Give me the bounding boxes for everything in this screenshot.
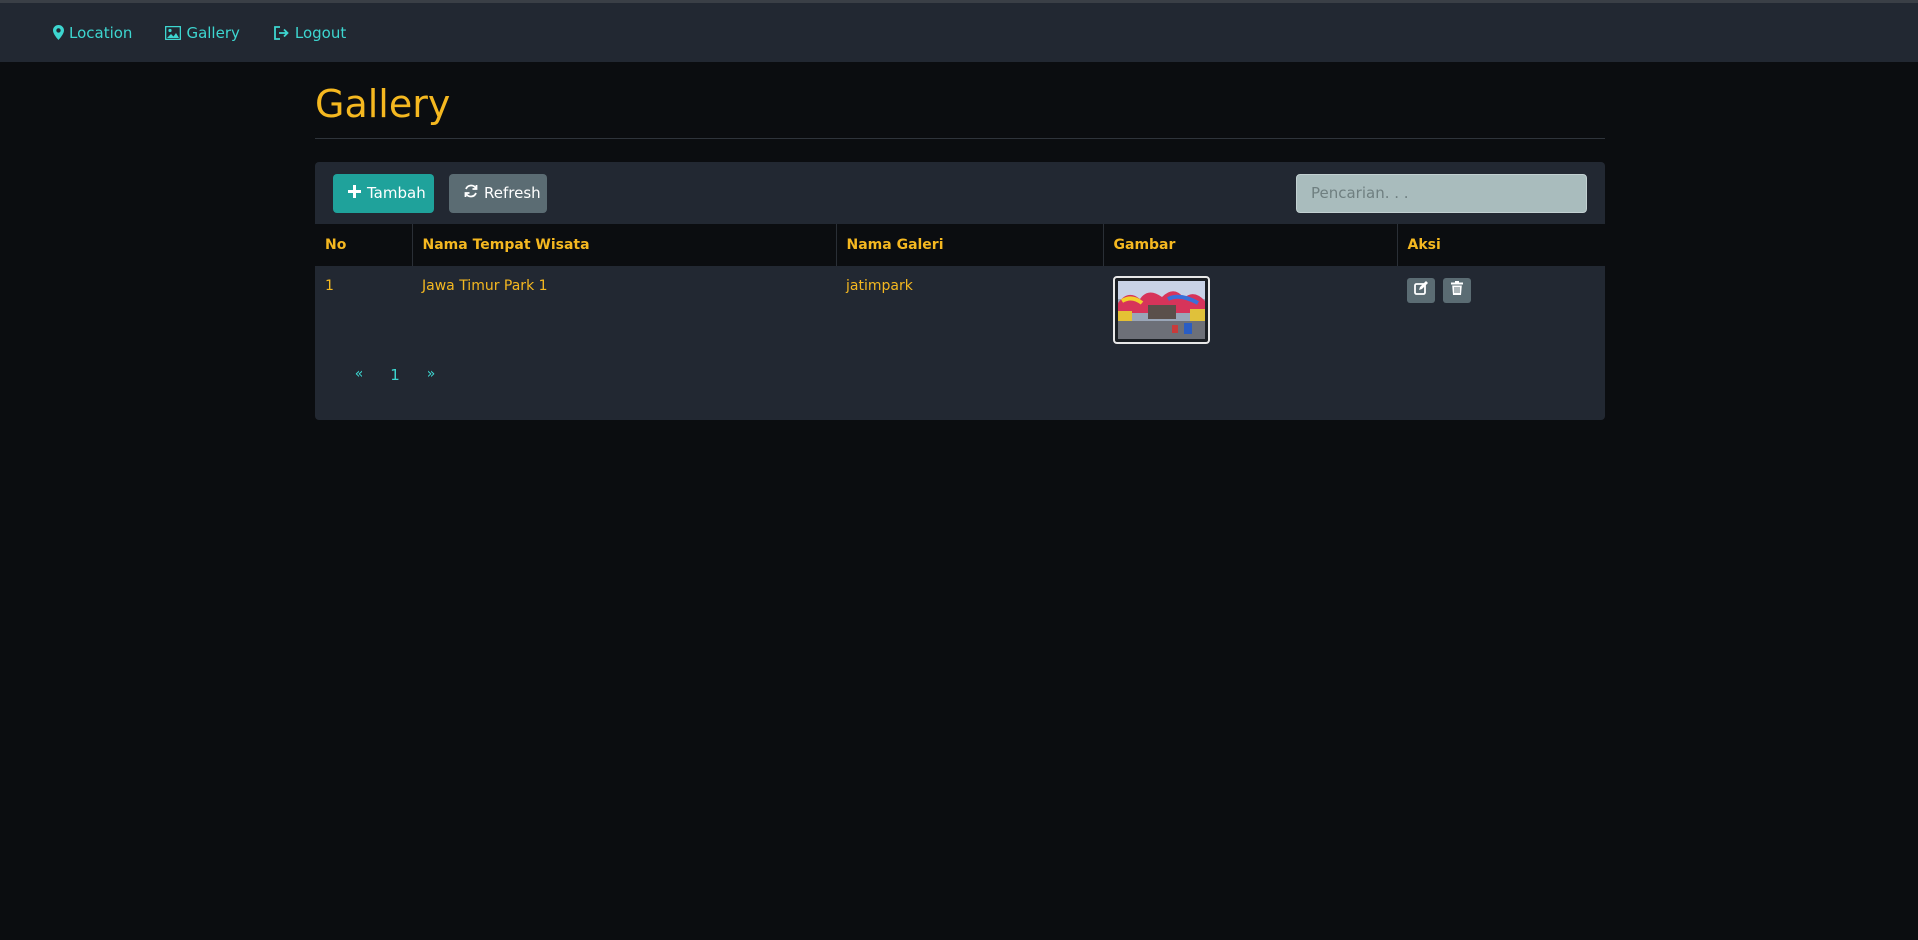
gallery-panel: Tambah Refresh No Nama Tempat Wisata Nam… xyxy=(315,161,1605,420)
refresh-button-label: Refresh xyxy=(484,184,541,203)
nav-gallery-link[interactable]: Gallery xyxy=(165,23,240,42)
gallery-thumbnail[interactable] xyxy=(1113,275,1210,344)
main-container: Gallery Tambah Refresh No Nama T xyxy=(315,62,1605,420)
cell-gambar xyxy=(1103,266,1397,346)
nav-location-label: Location xyxy=(69,23,133,42)
delete-button[interactable] xyxy=(1443,277,1471,303)
edit-icon xyxy=(1414,281,1428,299)
map-marker-icon xyxy=(53,25,64,40)
title-divider xyxy=(315,137,1605,139)
nav-location-link[interactable]: Location xyxy=(53,24,132,42)
navbar: Location Gallery Logout xyxy=(0,3,1918,62)
nav-gallery-label: Gallery xyxy=(186,23,240,42)
header-nama-galeri: Nama Galeri xyxy=(836,223,1104,266)
table-header-row: No Nama Tempat Wisata Nama Galeri Gambar… xyxy=(315,223,1605,266)
search-input[interactable] xyxy=(1296,173,1587,213)
toolbar: Tambah Refresh xyxy=(315,162,1605,224)
image-icon xyxy=(165,25,182,40)
pagination: « 1 » xyxy=(315,366,1605,384)
cell-no: 1 xyxy=(325,277,334,294)
header-aksi: Aksi xyxy=(1407,236,1441,253)
header-no: No xyxy=(315,223,413,266)
add-button[interactable]: Tambah xyxy=(333,173,434,213)
pagination-page-1[interactable]: 1 xyxy=(377,366,413,384)
pagination-next[interactable]: » xyxy=(413,366,449,384)
refresh-icon xyxy=(464,184,478,202)
plus-icon xyxy=(348,184,361,202)
page-title: Gallery xyxy=(315,82,451,126)
cell-aksi xyxy=(1397,266,1605,346)
refresh-button[interactable]: Refresh xyxy=(449,173,547,213)
table-row: 1 Jawa Timur Park 1 jatimpark xyxy=(315,266,1605,346)
nav-logout-link[interactable]: Logout xyxy=(273,24,346,42)
edit-button[interactable] xyxy=(1407,277,1435,303)
header-nama-tempat-wisata: Nama Tempat Wisata xyxy=(412,223,837,266)
cell-nama-tempat-wisata: Jawa Timur Park 1 xyxy=(422,277,548,294)
add-button-label: Tambah xyxy=(367,184,426,203)
gallery-table: No Nama Tempat Wisata Nama Galeri Gambar… xyxy=(315,223,1605,346)
nav-logout-label: Logout xyxy=(294,23,347,42)
logout-icon xyxy=(273,25,290,40)
pagination-prev[interactable]: « xyxy=(341,366,377,384)
cell-nama-galeri: jatimpark xyxy=(846,277,913,294)
header-gambar: Gambar xyxy=(1103,223,1398,266)
trash-icon xyxy=(1451,281,1463,299)
